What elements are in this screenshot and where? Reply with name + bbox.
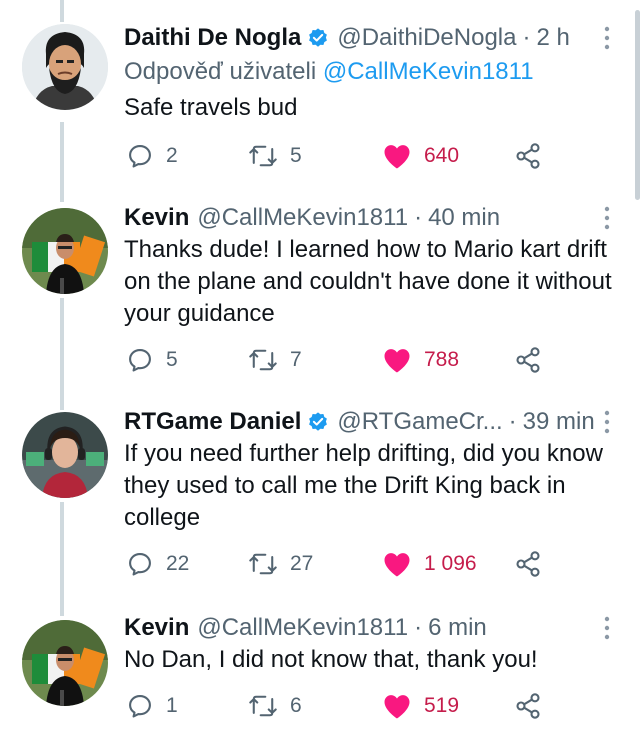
heart-filled-icon bbox=[384, 145, 410, 169]
retweet-count: 27 bbox=[290, 552, 314, 575]
retweet-icon bbox=[249, 695, 277, 717]
man-with-flag-photo-avatar-icon bbox=[22, 208, 108, 294]
verified-badge-icon bbox=[309, 412, 328, 431]
tweet-header: RTGame Daniel @RTGameCr... · 39 min bbox=[124, 406, 596, 438]
cartoon-bearded-man-avatar-icon bbox=[22, 24, 108, 110]
retweet-button[interactable]: 5 bbox=[248, 136, 302, 176]
verified-badge-icon bbox=[309, 28, 328, 47]
replying-to-mention[interactable]: @CallMeKevin1811 bbox=[323, 58, 534, 85]
more-options-icon[interactable] bbox=[600, 614, 614, 642]
replying-to: Odpověď uživateli @CallMeKevin1811 bbox=[124, 58, 534, 86]
tweet-header: Kevin @CallMeKevin1811 · 40 min bbox=[124, 202, 596, 234]
reply-count: 1 bbox=[166, 694, 178, 717]
reply-button[interactable]: 22 bbox=[126, 544, 189, 584]
more-options-icon[interactable] bbox=[600, 408, 614, 436]
tweet-text: Thanks dude! I learned how to Mario kart… bbox=[124, 236, 612, 327]
share-icon bbox=[516, 551, 540, 577]
retweet-icon bbox=[249, 553, 277, 575]
separator-dot: · bbox=[508, 408, 517, 435]
reply-icon bbox=[129, 145, 151, 168]
tweet-time[interactable]: 39 min bbox=[523, 408, 595, 436]
tweet-text: If you need further help drifting, did y… bbox=[124, 440, 603, 531]
share-icon bbox=[516, 143, 540, 169]
retweet-button[interactable]: 7 bbox=[248, 340, 302, 380]
author-handle[interactable]: @CallMeKevin1811 bbox=[197, 614, 408, 642]
retweet-count: 5 bbox=[290, 144, 302, 167]
tweet-header: Daithi De Nogla @DaithiDeNogla · 2 h bbox=[124, 22, 596, 54]
share-button[interactable] bbox=[514, 544, 542, 584]
avatar[interactable] bbox=[22, 24, 108, 110]
author-name[interactable]: Kevin bbox=[124, 614, 189, 642]
author-handle[interactable]: @RTGameCr... bbox=[337, 408, 502, 436]
avatar[interactable] bbox=[22, 620, 108, 706]
separator-dot: · bbox=[414, 614, 423, 641]
tweet[interactable]: Kevin @CallMeKevin1811 · 6 min No Dan, I… bbox=[0, 612, 640, 732]
like-count: 640 bbox=[424, 144, 460, 167]
replying-to-label: Odpověď uživateli bbox=[124, 58, 317, 85]
reply-icon bbox=[129, 553, 151, 576]
retweet-icon bbox=[249, 349, 277, 371]
share-button[interactable] bbox=[514, 686, 542, 726]
tweet-header: Kevin @CallMeKevin1811 · 6 min bbox=[124, 612, 596, 644]
man-with-flag-photo-avatar-icon bbox=[22, 620, 108, 706]
separator-dot: · bbox=[414, 204, 423, 231]
tweet-text: Safe travels bud bbox=[124, 94, 298, 121]
retweet-icon bbox=[249, 145, 277, 167]
share-icon bbox=[516, 693, 540, 719]
reply-button[interactable]: 5 bbox=[126, 340, 178, 380]
avatar[interactable] bbox=[22, 208, 108, 294]
like-button[interactable]: 640 bbox=[382, 136, 459, 176]
avatar[interactable] bbox=[22, 412, 108, 498]
retweet-count: 7 bbox=[290, 348, 302, 371]
tweet-actions: 2 5 640 bbox=[124, 136, 544, 176]
reply-count: 5 bbox=[166, 348, 178, 371]
author-name[interactable]: Daithi De Nogla bbox=[124, 24, 301, 52]
separator-dot: · bbox=[522, 24, 531, 51]
author-name[interactable]: RTGame Daniel bbox=[124, 408, 301, 436]
tweet-actions: 5 7 788 bbox=[124, 340, 544, 380]
retweet-button[interactable]: 27 bbox=[248, 544, 313, 584]
reply-count: 22 bbox=[166, 552, 190, 575]
tweet[interactable]: RTGame Daniel @RTGameCr... · 39 min If y… bbox=[0, 406, 640, 606]
retweet-count: 6 bbox=[290, 694, 302, 717]
like-button[interactable]: 1 096 bbox=[382, 544, 477, 584]
reply-count: 2 bbox=[166, 144, 178, 167]
young-man-headphones-photo-avatar-icon bbox=[22, 412, 108, 498]
tweet-actions: 22 27 1 096 bbox=[124, 544, 544, 584]
heart-filled-icon bbox=[384, 695, 410, 719]
tweet[interactable]: Daithi De Nogla @DaithiDeNogla · 2 h Odp… bbox=[0, 0, 640, 200]
like-count: 788 bbox=[424, 348, 460, 371]
tweet-time[interactable]: 6 min bbox=[428, 614, 487, 642]
author-name[interactable]: Kevin bbox=[124, 204, 189, 232]
tweet-time[interactable]: 40 min bbox=[428, 204, 500, 232]
tweet-text: No Dan, I did not know that, thank you! bbox=[124, 646, 538, 673]
like-button[interactable]: 788 bbox=[382, 340, 459, 380]
share-icon bbox=[516, 347, 540, 373]
tweet-time[interactable]: 2 h bbox=[536, 24, 569, 52]
reply-button[interactable]: 1 bbox=[126, 686, 178, 726]
like-count: 1 096 bbox=[424, 552, 477, 575]
tweet-actions: 1 6 519 bbox=[124, 686, 544, 726]
tweet[interactable]: Kevin @CallMeKevin1811 · 40 min Thanks d… bbox=[0, 200, 640, 400]
heart-filled-icon bbox=[384, 349, 410, 373]
author-handle[interactable]: @CallMeKevin1811 bbox=[197, 204, 408, 232]
retweet-button[interactable]: 6 bbox=[248, 686, 302, 726]
like-count: 519 bbox=[424, 694, 460, 717]
author-handle[interactable]: @DaithiDeNogla bbox=[337, 24, 516, 52]
more-options-icon[interactable] bbox=[600, 24, 614, 52]
heart-filled-icon bbox=[384, 553, 410, 577]
more-options-icon[interactable] bbox=[600, 204, 614, 232]
share-button[interactable] bbox=[514, 136, 542, 176]
reply-icon bbox=[129, 695, 151, 718]
like-button[interactable]: 519 bbox=[382, 686, 459, 726]
share-button[interactable] bbox=[514, 340, 542, 380]
reply-icon bbox=[129, 349, 151, 372]
reply-button[interactable]: 2 bbox=[126, 136, 178, 176]
